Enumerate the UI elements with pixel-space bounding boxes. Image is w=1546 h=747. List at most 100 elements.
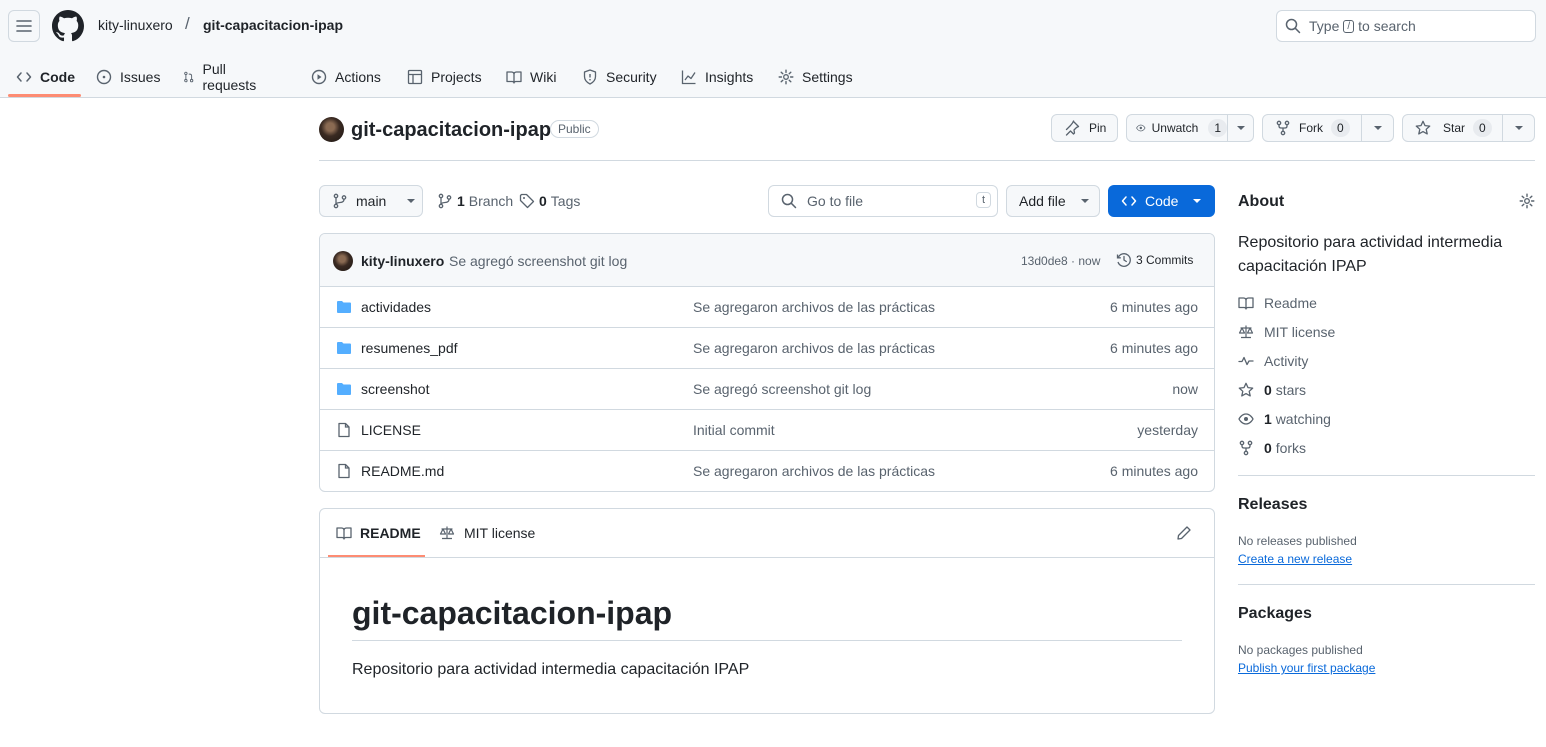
activity-link-label: Activity (1264, 353, 1309, 369)
stars-link[interactable]: 0 stars (1238, 382, 1306, 398)
tab-actions[interactable]: Actions (311, 56, 381, 98)
search-input[interactable]: Type / to search (1276, 10, 1536, 42)
file-row[interactable]: resumenes_pdf Se agregaron archivos de l… (320, 328, 1214, 369)
tab-projects[interactable]: Projects (407, 56, 482, 98)
add-file-label: Add file (1019, 193, 1066, 209)
folder-icon (337, 383, 351, 395)
releases-empty-text: No releases published (1238, 534, 1357, 548)
repo-link[interactable]: git-capacitacion-ipap (203, 17, 343, 33)
tab-label: Pull requests (202, 61, 257, 93)
folder-icon (337, 301, 351, 313)
file-name[interactable]: LICENSE (361, 422, 421, 438)
file-row[interactable]: LICENSE Initial commit yesterday (320, 410, 1214, 451)
law-icon (439, 526, 455, 540)
branch-label: Branch (468, 193, 514, 209)
unwatch-main[interactable]: Unwatch 1 (1127, 119, 1227, 137)
commit-message[interactable]: Se agregó screenshot git log (449, 253, 627, 269)
file-name[interactable]: resumenes_pdf (361, 340, 458, 356)
breadcrumb-separator: / (185, 14, 190, 33)
graph-icon (681, 70, 696, 85)
caret-down-icon (407, 199, 416, 203)
repo-title[interactable]: git-capacitacion-ipap (351, 119, 551, 142)
file-row[interactable]: README.md Se agregaron archivos de las p… (320, 451, 1214, 491)
publish-package-link[interactable]: Publish your first package (1238, 661, 1375, 675)
book-icon (1238, 297, 1254, 310)
file-name[interactable]: actividades (361, 299, 431, 315)
gear-icon (778, 69, 794, 85)
edit-readme-button[interactable] (1176, 525, 1192, 541)
tags-link[interactable]: 0 Tags (519, 193, 580, 209)
tab-wiki[interactable]: Wiki (506, 56, 556, 98)
tab-settings[interactable]: Settings (778, 56, 853, 98)
watching-label: watching (1275, 411, 1331, 427)
file-name[interactable]: screenshot (361, 381, 429, 397)
about-settings-button[interactable] (1519, 193, 1535, 209)
releases-heading[interactable]: Releases (1238, 496, 1307, 514)
tab-insights[interactable]: Insights (681, 56, 753, 98)
go-to-file-shortcut: t (975, 192, 991, 208)
file-commit-message[interactable]: Initial commit (693, 422, 775, 438)
star-dropdown[interactable] (1503, 125, 1534, 131)
star-button[interactable]: Star 0 (1402, 114, 1535, 142)
fork-dropdown[interactable] (1362, 125, 1393, 131)
owner-avatar[interactable] (319, 117, 344, 142)
go-to-file-input[interactable]: Go to file t (768, 185, 998, 217)
forks-count: 0 (1264, 440, 1272, 456)
star-label: Star (1443, 121, 1466, 135)
branch-count: 1 (457, 193, 465, 209)
owner-link[interactable]: kity-linuxero (98, 17, 173, 33)
commit-author[interactable]: kity-linuxero (361, 253, 444, 269)
pin-button[interactable]: Pin (1051, 114, 1118, 142)
tab-readme[interactable]: README (336, 525, 421, 541)
watching-count: 1 (1264, 411, 1272, 427)
watch-counter: 1 (1208, 119, 1227, 137)
tab-label: Projects (431, 69, 482, 85)
file-row[interactable]: screenshot Se agregó screenshot git log … (320, 369, 1214, 410)
tab-label: Code (40, 69, 75, 85)
fork-main[interactable]: Fork 0 (1263, 119, 1361, 137)
tab-label: Insights (705, 69, 754, 85)
readme-link[interactable]: Readme (1238, 295, 1317, 311)
fork-icon (1239, 440, 1253, 456)
branches-link[interactable]: 1 Branch (437, 193, 513, 209)
star-main[interactable]: Star 0 (1403, 119, 1502, 137)
file-commit-message[interactable]: Se agregaron archivos de las prácticas (693, 463, 935, 479)
license-link[interactable]: MIT license (1238, 324, 1335, 340)
tab-security[interactable]: Security (582, 56, 657, 98)
tab-pull-requests[interactable]: Pull requests (183, 56, 261, 98)
add-file-button[interactable]: Add file (1006, 185, 1100, 217)
book-icon (336, 527, 352, 540)
packages-heading[interactable]: Packages (1238, 605, 1312, 623)
commits-link[interactable]: 3 Commits (1116, 252, 1193, 268)
file-row[interactable]: actividades Se agregaron archivos de las… (320, 287, 1214, 328)
search-suffix: to search (1358, 18, 1416, 34)
create-release-link[interactable]: Create a new release (1238, 552, 1352, 566)
branch-selector[interactable]: main (319, 185, 423, 217)
sidebar-divider (1238, 584, 1535, 585)
tab-issues[interactable]: Issues (96, 56, 160, 98)
file-commit-message[interactable]: Se agregaron archivos de las prácticas (693, 299, 935, 315)
commit-author-avatar[interactable] (333, 251, 353, 271)
branch-icon (438, 193, 452, 209)
unwatch-button[interactable]: Unwatch 1 (1126, 114, 1254, 142)
watching-link[interactable]: 1 watching (1238, 411, 1331, 427)
tag-count: 0 (539, 193, 547, 209)
file-date: 6 minutes ago (1110, 299, 1198, 315)
activity-link[interactable]: Activity (1238, 353, 1308, 369)
forks-link[interactable]: 0 forks (1238, 440, 1306, 456)
file-commit-message[interactable]: Se agregaron archivos de las prácticas (693, 340, 935, 356)
stars-count: 0 (1264, 382, 1272, 398)
tab-license[interactable]: MIT license (439, 525, 535, 541)
tab-code[interactable]: Code (16, 56, 75, 98)
file-commit-message[interactable]: Se agregó screenshot git log (693, 381, 871, 397)
watch-dropdown[interactable] (1228, 125, 1253, 131)
file-name[interactable]: README.md (361, 463, 444, 479)
star-icon (1238, 382, 1254, 397)
commit-hash-time[interactable]: 13d0de8 · now (1021, 254, 1100, 268)
github-logo[interactable] (52, 10, 84, 42)
code-icon (16, 72, 32, 82)
tab-label: Actions (335, 69, 381, 85)
code-button[interactable]: Code (1108, 185, 1215, 217)
fork-button[interactable]: Fork 0 (1262, 114, 1394, 142)
menu-button[interactable] (8, 10, 40, 42)
